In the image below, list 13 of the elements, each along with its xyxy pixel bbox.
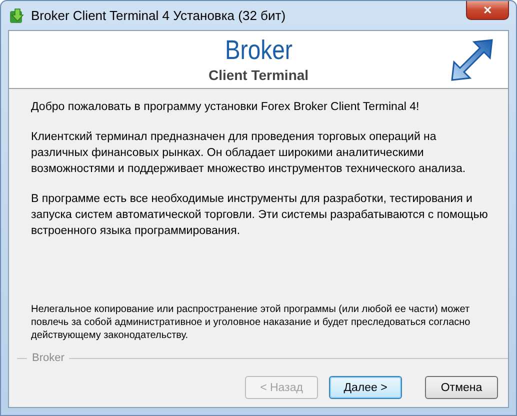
window-title: Broker Client Terminal 4 Установка (32 бит) <box>31 8 286 23</box>
brand-subtitle: Client Terminal <box>208 66 309 84</box>
double-arrow-icon <box>450 38 494 82</box>
group-label: Broker <box>32 352 64 364</box>
description-text: Добро пожаловать в программу установки Forex Broker Client Terminal 4! <box>31 100 420 115</box>
description-text: Клиентский терминал предназначен для проведения торговых операций на различных финансовых рынках. Он обладает широкими аналитическими возможностями и поддерживает множество инструментов технического анализа. <box>31 130 467 177</box>
installer-icon <box>9 8 25 24</box>
close-button[interactable]: ✕ <box>466 1 509 20</box>
legal-notice: Нелегальное копирование или распространение этой программы (или любой ее части) может повлечь за собой административное и уголовное наказание и будет преследоваться согласно действующему законодательству. <box>31 303 472 342</box>
dialog-button[interactable]: Далее > <box>329 376 402 399</box>
dialog-button[interactable]: Отмена <box>425 376 498 399</box>
description-text: В программе есть все необходимые инструменты для разработки, тестирования и запуска систем автоматической торговли. Эти системы разрабатываются с помощью встроенного языка программирования. <box>31 192 488 239</box>
brand-name: Broker <box>224 34 292 66</box>
